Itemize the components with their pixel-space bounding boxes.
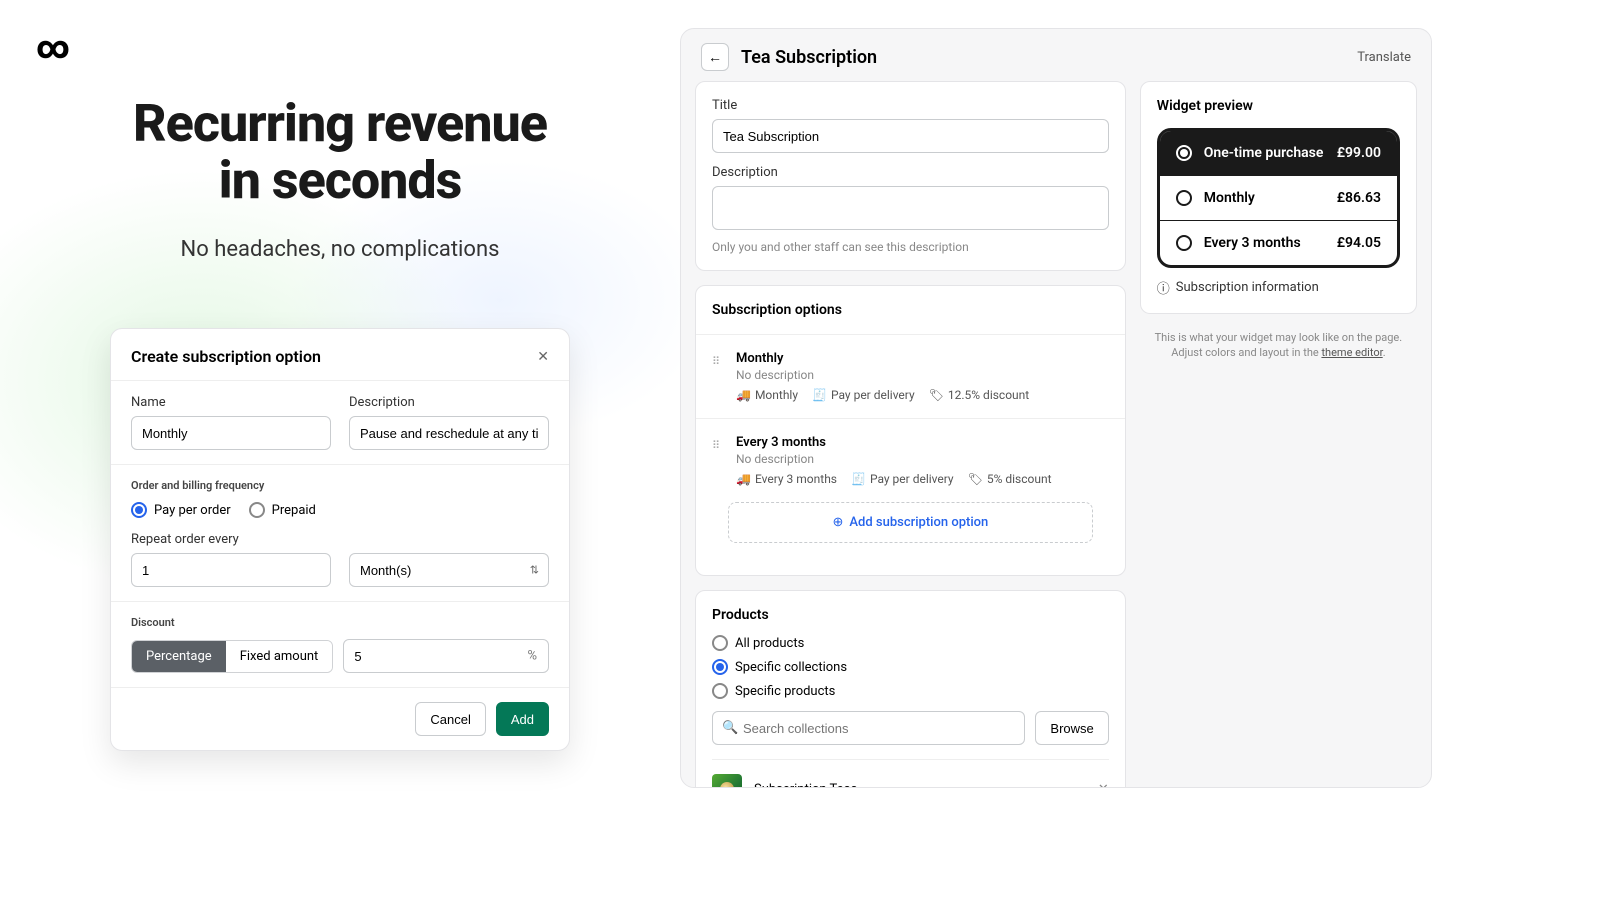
title-input[interactable]: [712, 119, 1109, 153]
close-icon[interactable]: ✕: [537, 349, 549, 365]
chevron-updown-icon: ⇅: [530, 564, 539, 577]
info-icon: ⓘ: [1157, 278, 1170, 297]
radio-icon: [1176, 190, 1192, 206]
theme-editor-link[interactable]: theme editor: [1321, 346, 1382, 359]
repeat-label: Repeat order every: [131, 532, 331, 547]
logo-icon: ∞: [36, 28, 70, 66]
frequency-section-label: Order and billing frequency: [131, 479, 549, 492]
hero-title: Recurring revenuein seconds: [0, 95, 680, 209]
subscription-option-row[interactable]: ⠿ Every 3 months No description 🚚Every 3…: [696, 418, 1125, 502]
description-input[interactable]: [349, 416, 549, 450]
description-label: Description: [712, 165, 1109, 180]
discount-suffix: %: [527, 649, 537, 664]
radio-specific-collections[interactable]: Specific collections: [712, 659, 1109, 675]
radio-pay-per-order[interactable]: Pay per order: [131, 502, 231, 518]
receipt-icon: 🧾: [851, 472, 866, 486]
widget-option-monthly[interactable]: Monthly £86.63: [1160, 175, 1397, 220]
subscription-options-card: Subscription options ⠿ Monthly No descri…: [695, 285, 1126, 576]
option-description: No description: [736, 368, 1109, 382]
preview-hint: This is what your widget may look like o…: [1140, 330, 1417, 361]
option-description: No description: [736, 452, 1109, 466]
subscription-information-link[interactable]: ⓘ Subscription information: [1157, 278, 1400, 297]
radio-all-products[interactable]: All products: [712, 635, 1109, 651]
option-name: Every 3 months: [736, 435, 1109, 450]
repeat-unit-select[interactable]: [349, 553, 549, 587]
segment-percentage[interactable]: Percentage: [132, 641, 226, 672]
arrow-left-icon: ←: [708, 49, 722, 66]
widget-price: £94.05: [1337, 235, 1381, 251]
create-subscription-modal: Create subscription option ✕ Name Descri…: [110, 328, 570, 751]
page-title: Tea Subscription: [741, 47, 877, 68]
subscription-option-row[interactable]: ⠿ Monthly No description 🚚Monthly 🧾Pay p…: [696, 334, 1125, 418]
app-panel: ← Tea Subscription Translate Title Descr…: [680, 28, 1432, 788]
drag-handle-icon[interactable]: ⠿: [712, 435, 726, 486]
search-collections-input[interactable]: [712, 711, 1025, 745]
collection-thumbnail: [712, 774, 742, 788]
description-hint: Only you and other staff can see this de…: [712, 240, 1109, 254]
cancel-button[interactable]: Cancel: [415, 702, 485, 736]
repeat-count-input[interactable]: [131, 553, 331, 587]
truck-icon: 🚚: [736, 472, 751, 486]
widget-preview-title: Widget preview: [1157, 98, 1400, 114]
widget-preview: One-time purchase £99.00 Monthly £86.63 …: [1157, 128, 1400, 268]
radio-icon: [1176, 145, 1192, 161]
back-button[interactable]: ←: [701, 43, 729, 71]
receipt-icon: 🧾: [812, 388, 827, 402]
tag-icon: 🏷: [929, 388, 944, 402]
collection-row: Subscription Teas ✕: [712, 759, 1109, 788]
title-description-card: Title Description Only you and other sta…: [695, 81, 1126, 271]
remove-collection-button[interactable]: ✕: [1098, 782, 1109, 789]
subscription-options-title: Subscription options: [712, 302, 1109, 318]
products-card: Products All products Specific collectio…: [695, 590, 1126, 788]
widget-price: £99.00: [1337, 145, 1381, 161]
search-icon: 🔍: [722, 721, 738, 736]
tag-icon: 🏷: [968, 472, 983, 486]
hero-subtitle: No headaches, no complications: [0, 237, 680, 262]
radio-specific-products[interactable]: Specific products: [712, 683, 1109, 699]
widget-preview-card: Widget preview One-time purchase £99.00 …: [1140, 81, 1417, 314]
collection-name: Subscription Teas: [754, 782, 1086, 789]
name-input[interactable]: [131, 416, 331, 450]
segment-fixed-amount[interactable]: Fixed amount: [226, 641, 333, 672]
title-label: Title: [712, 98, 1109, 113]
widget-option-every-3-months[interactable]: Every 3 months £94.05: [1160, 220, 1397, 265]
discount-value-input[interactable]: [343, 639, 549, 673]
option-name: Monthly: [736, 351, 1109, 366]
name-label: Name: [131, 395, 331, 410]
widget-option-onetime[interactable]: One-time purchase £99.00: [1160, 131, 1397, 175]
translate-button[interactable]: Translate: [1357, 50, 1411, 65]
plus-circle-icon: ⊕: [833, 515, 844, 530]
discount-section-label: Discount: [131, 616, 549, 629]
description-textarea[interactable]: [712, 186, 1109, 230]
products-title: Products: [712, 607, 1109, 623]
description-label: Description: [349, 395, 549, 410]
hero: Recurring revenuein seconds No headaches…: [0, 95, 680, 262]
drag-handle-icon[interactable]: ⠿: [712, 351, 726, 402]
truck-icon: 🚚: [736, 388, 751, 402]
browse-button[interactable]: Browse: [1035, 711, 1108, 745]
radio-icon: [1176, 235, 1192, 251]
add-button[interactable]: Add: [496, 702, 549, 736]
add-subscription-option-button[interactable]: ⊕ Add subscription option: [728, 502, 1093, 543]
widget-price: £86.63: [1337, 190, 1381, 206]
modal-title: Create subscription option: [131, 347, 321, 366]
radio-prepaid[interactable]: Prepaid: [249, 502, 316, 518]
